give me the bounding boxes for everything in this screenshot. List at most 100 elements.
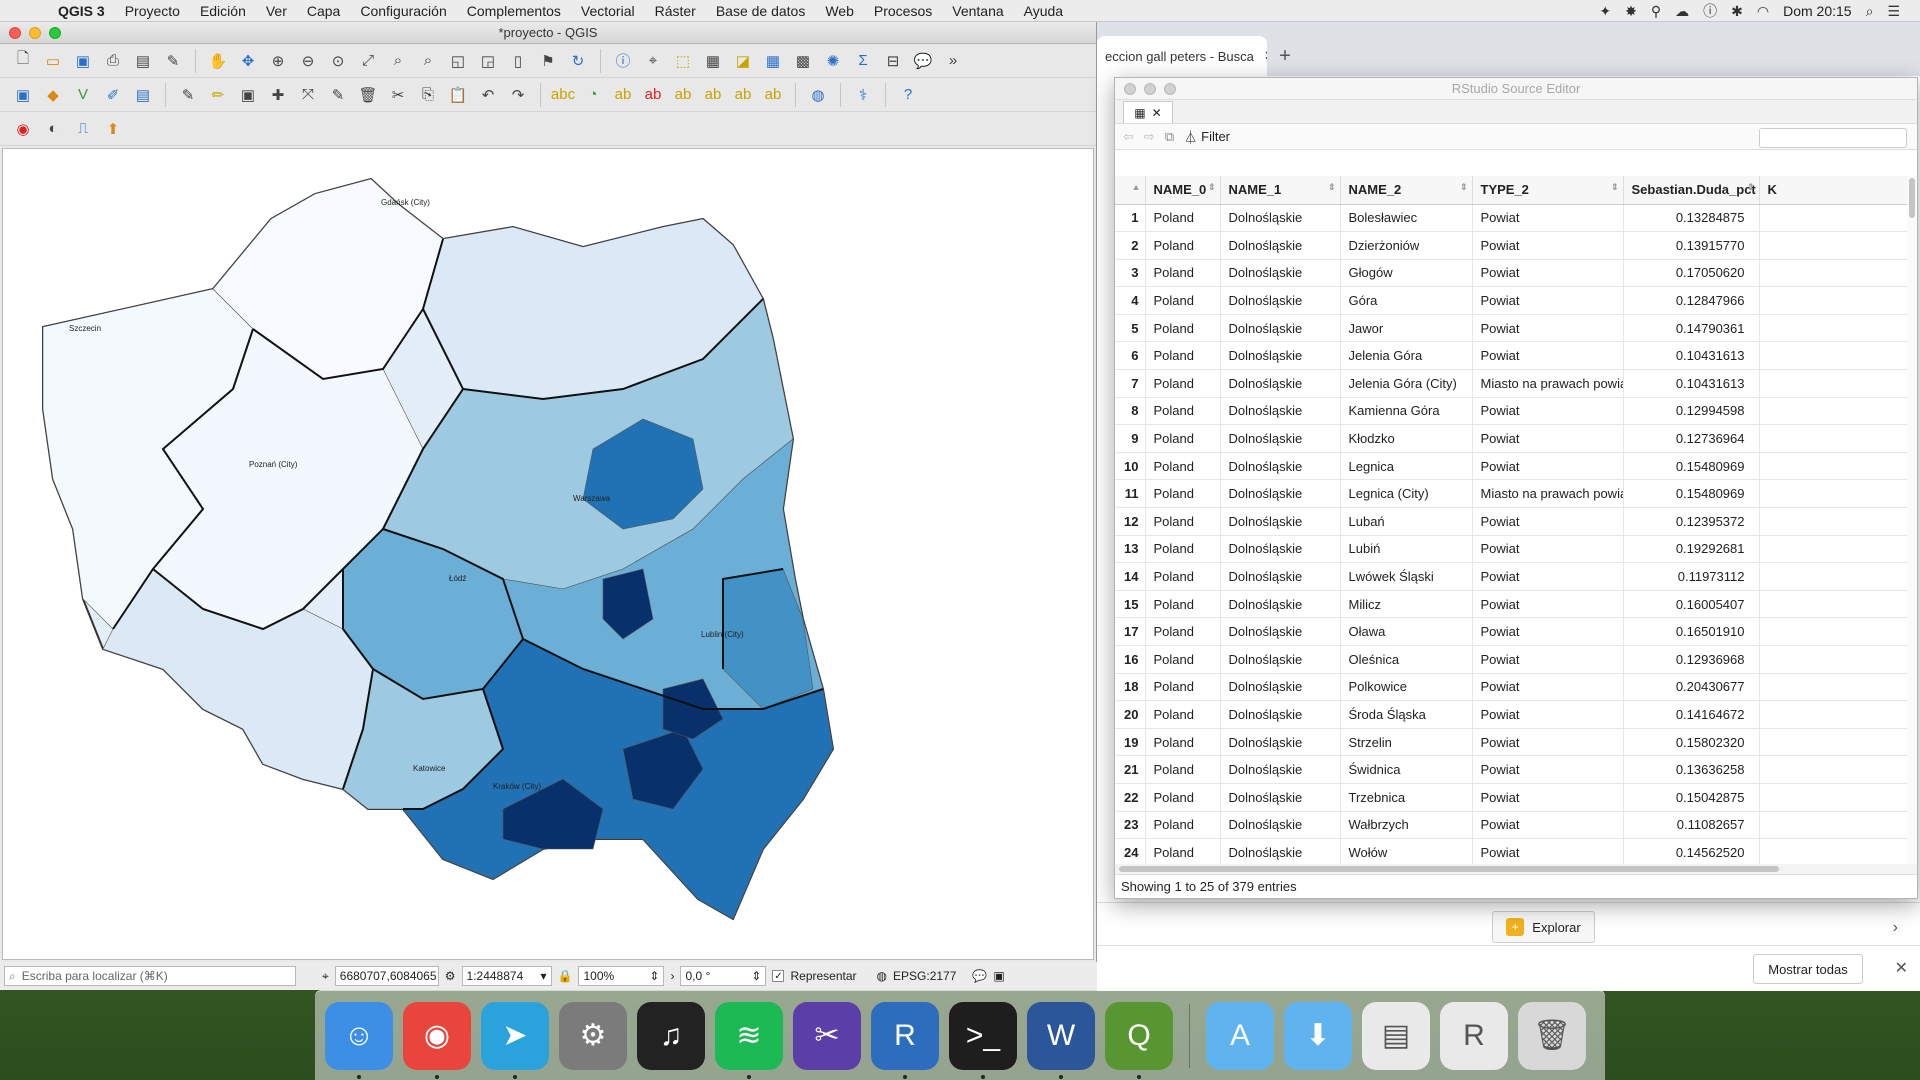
table-row[interactable]: 7 Poland Dolnośląskie Jelenia Góra (City) Mi… — [1115, 369, 1917, 398]
spotlight-icon[interactable]: ⌕ — [1866, 3, 1874, 20]
table-row[interactable]: 4 Poland Dolnośląskie Góra Powiat 0.12847966 — [1115, 286, 1917, 315]
show-label-icon[interactable]: ab — [670, 82, 696, 108]
minimize-window-button[interactable] — [29, 26, 41, 39]
horizontal-scrollbar[interactable] — [1115, 864, 1917, 874]
diagram-icon[interactable]: ◔ — [580, 82, 606, 108]
table-row[interactable]: 24 Poland Dolnośląskie Wołów Powiat 0.1456252… — [1115, 838, 1917, 864]
label-icon[interactable]: abc — [550, 82, 576, 108]
new-tab-button[interactable]: + — [1267, 36, 1303, 76]
scale-combobox[interactable]: 1:2448874 ▾ — [461, 966, 552, 986]
data-viewer-tab[interactable]: ▦ ✕ — [1123, 101, 1173, 123]
identify-icon[interactable]: ⓘ — [610, 48, 636, 74]
add-feature-icon[interactable]: ✚ — [265, 82, 291, 108]
zoom-in-icon[interactable]: ⊕ — [265, 48, 291, 74]
help-icon[interactable]: ? — [895, 82, 921, 108]
notification-center-icon[interactable]: ☰ — [1887, 3, 1900, 20]
pencil-icon[interactable]: ✏ — [205, 82, 231, 108]
header-type2[interactable]: TYPE_2 ⇕ — [1472, 176, 1624, 205]
filter-button[interactable]: ⏃ Filter — [1184, 127, 1230, 146]
menu-procesos[interactable]: Procesos — [874, 3, 932, 19]
map-canvas[interactable]: Gdańsk (City) Szczecin Poznań (City) War… — [2, 148, 1094, 960]
menu-capa[interactable]: Capa — [307, 3, 340, 19]
table-row[interactable]: 10 Poland Dolnośląskie Legnica Powiat 0.15480… — [1115, 452, 1917, 481]
cloud-icon[interactable]: ☁ — [1675, 3, 1689, 20]
plugin-icon[interactable]: ⬆ — [100, 116, 126, 142]
explore-button[interactable]: + Explorar — [1492, 911, 1595, 943]
vertex-tool-icon[interactable]: ⤧ — [295, 82, 321, 108]
menu-vectorial[interactable]: Vectorial — [581, 3, 635, 19]
location-icon[interactable]: ⚲ — [1651, 3, 1661, 20]
log-icon[interactable]: ▣ — [993, 969, 1004, 983]
bluetooth-icon[interactable]: ✱ — [1731, 3, 1743, 20]
header-k[interactable]: K — [1759, 176, 1917, 205]
system-preferences-icon[interactable]: ⚙ — [559, 1001, 627, 1070]
more-tools-icon[interactable]: » — [940, 48, 966, 74]
magnifier-spinbox[interactable]: 100% ⇕ — [578, 966, 665, 986]
header-name0[interactable]: NAME_0 ⇕ — [1145, 176, 1221, 205]
coordinate-field[interactable]: 6680707,6084065 — [334, 966, 439, 986]
rstudio-document-icon[interactable]: R — [1440, 1001, 1508, 1070]
change-label-icon[interactable]: ab — [760, 82, 786, 108]
menu-ventana[interactable]: Ventana — [952, 3, 1003, 19]
table-row[interactable]: 2 Poland Dolnośląskie Dzierżoniów Powiat 0.13… — [1115, 231, 1917, 260]
clock[interactable]: Dom 20:15 — [1783, 3, 1851, 19]
header-rownum[interactable]: ▲ — [1115, 176, 1146, 205]
new-print-layout-icon[interactable]: ⎙ — [100, 48, 126, 74]
rotate-label-icon[interactable]: ab — [730, 82, 756, 108]
layout-manager-icon[interactable]: ▤ — [130, 48, 156, 74]
deselect-icon[interactable]: ◪ — [730, 48, 756, 74]
table-row[interactable]: 18 Poland Dolnośląskie Polkowice Powiat 0.204… — [1115, 673, 1917, 702]
table-row[interactable]: 1 Poland Dolnośląskie Bolesławiec Powiat 0.13… — [1115, 204, 1917, 233]
pan-icon[interactable]: ✋ — [205, 48, 231, 74]
new-shapefile-icon[interactable]: V — [70, 82, 96, 108]
show-all-button[interactable]: Mostrar todas — [1753, 954, 1863, 984]
final-cut-icon[interactable]: ✂ — [793, 1001, 861, 1070]
undo-icon[interactable]: ↶ — [475, 82, 501, 108]
globe-icon[interactable]: ◍ — [805, 82, 831, 108]
table-row[interactable]: 8 Poland Dolnośląskie Kamienna Góra Powiat 0.… — [1115, 397, 1917, 426]
menu-ayuda[interactable]: Ayuda — [1024, 3, 1063, 19]
piano-icon[interactable]: ♫ — [637, 1001, 705, 1070]
new-map-view-icon[interactable]: ▯ — [505, 48, 531, 74]
terminal-icon[interactable]: >_ — [949, 1001, 1017, 1079]
menu-raster[interactable]: Ráster — [655, 3, 696, 19]
new-geopackage-icon[interactable]: ◆ — [40, 82, 66, 108]
delete-icon[interactable]: 🗑 — [355, 82, 381, 108]
table-row[interactable]: 22 Poland Dolnośląskie Trzebnica Powiat 0.150… — [1115, 783, 1917, 812]
highlight-label-icon[interactable]: ab — [640, 82, 666, 108]
zoom-native-icon[interactable]: ⊙ — [325, 48, 351, 74]
table-row[interactable]: 14 Poland Dolnośląskie Lwówek Śląski Powiat 0… — [1115, 562, 1917, 591]
forward-arrow-icon[interactable]: ⇨ — [1144, 129, 1155, 145]
telegram-icon[interactable]: ➤ — [481, 1001, 549, 1079]
table-row[interactable]: 12 Poland Dolnośląskie Lubań Powiat 0.1239537… — [1115, 507, 1917, 536]
menu-edicion[interactable]: Edición — [200, 3, 246, 19]
attribute-table-icon[interactable]: ▦ — [760, 48, 786, 74]
python-icon[interactable]: ⚕ — [850, 82, 876, 108]
layer-styling-icon[interactable]: ◐ — [40, 116, 66, 142]
zoom-full-icon[interactable]: ⤢ — [355, 48, 381, 74]
copy-icon[interactable]: ⎘ — [415, 82, 441, 108]
close-window-button[interactable] — [9, 26, 21, 39]
table-row[interactable]: 20 Poland Dolnośląskie Środa Śląska Powiat 0.… — [1115, 700, 1917, 729]
close-icon[interactable]: ✕ — [1895, 958, 1908, 978]
spotify-icon[interactable]: ≋ — [715, 1001, 783, 1079]
menu-app-name[interactable]: QGIS 3 — [58, 3, 105, 19]
header-name2[interactable]: NAME_2 ⇕ — [1340, 176, 1473, 205]
refresh-icon[interactable]: ↻ — [565, 48, 591, 74]
zoom-to-selection-icon[interactable]: ⌕ — [385, 48, 411, 74]
zoom-window-button[interactable] — [49, 26, 61, 39]
table-row[interactable]: 11 Poland Dolnośląskie Legnica (City) Miasto… — [1115, 479, 1917, 509]
scroll-thumb[interactable] — [1119, 866, 1779, 872]
gps-icon[interactable]: ◉ — [10, 116, 36, 142]
modify-attributes-icon[interactable]: ✎ — [325, 82, 351, 108]
table-row[interactable]: 6 Poland Dolnośląskie Jelenia Góra Powiat 0.1… — [1115, 341, 1917, 371]
trash-icon[interactable]: 🗑 — [1518, 1001, 1586, 1070]
toggle-editing-icon[interactable]: ✎ — [175, 82, 201, 108]
statistics-icon[interactable]: Σ — [850, 48, 876, 74]
table-row[interactable]: 17 Poland Dolnośląskie Oława Powiat 0.1650191… — [1115, 617, 1917, 646]
open-project-icon[interactable]: ▭ — [40, 48, 66, 74]
cut-icon[interactable]: ✂ — [385, 82, 411, 108]
table-row[interactable]: 13 Poland Dolnośląskie Lubiń Powiat 0.1929268… — [1115, 535, 1917, 564]
qgis-icon[interactable]: Q — [1105, 1001, 1173, 1079]
zoom-window-button[interactable] — [1164, 82, 1176, 95]
